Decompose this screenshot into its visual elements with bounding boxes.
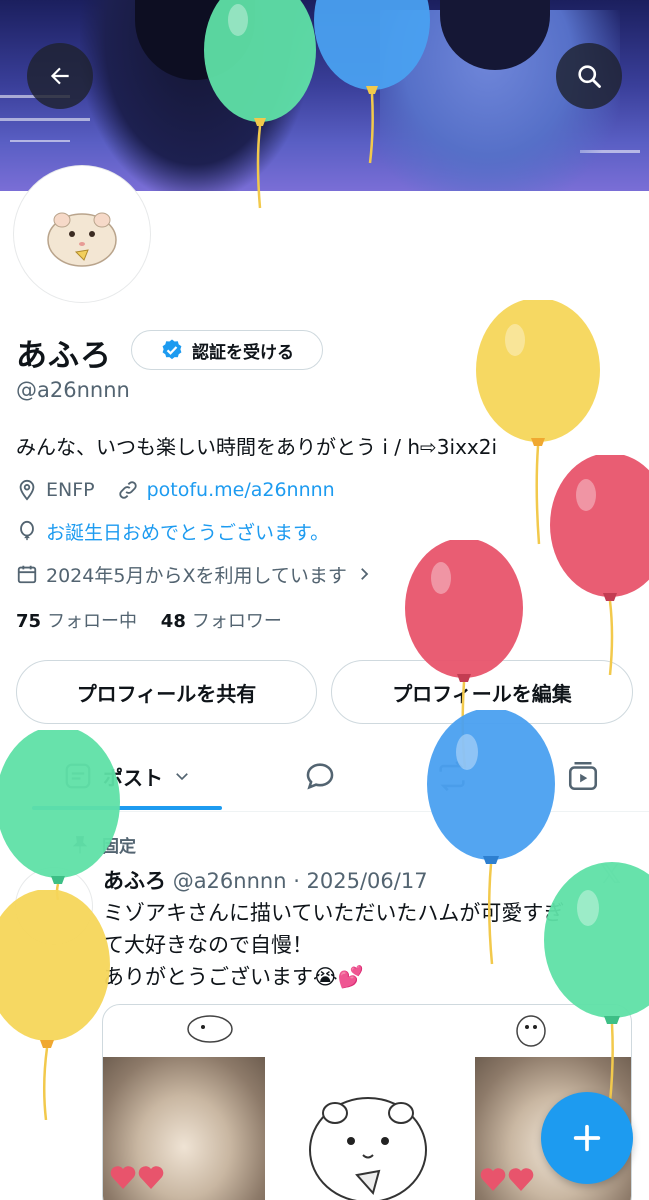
search-icon	[578, 65, 601, 88]
balloon-yellow-icon	[0, 890, 110, 1120]
balloon-green-icon	[204, 0, 316, 209]
profile-avatar[interactable]	[14, 166, 150, 302]
share-profile-label: プロフィールを共有	[76, 681, 257, 706]
following-count: 75	[16, 611, 42, 632]
balloon-blue-icon	[427, 710, 555, 965]
balloon-red-icon	[550, 455, 649, 675]
joined-row[interactable]: 2024年5月からXを利用しています	[16, 560, 373, 588]
following-label: フォロー中	[47, 611, 138, 632]
profile-handle: @a26nnnn	[16, 378, 130, 402]
back-button[interactable]	[27, 43, 93, 109]
chevron-down-icon	[176, 773, 188, 781]
get-verified-button[interactable]: 認証を受ける	[131, 330, 323, 370]
location-icon	[19, 479, 35, 501]
follow-counts: 75 フォロー中 48 フォロワー	[16, 607, 282, 633]
heart-icon	[480, 1168, 534, 1191]
get-verified-label: 認証を受ける	[192, 342, 294, 363]
balloon-icon	[20, 520, 34, 541]
birthday-row: お誕生日おめでとうございます。	[16, 517, 329, 545]
joined-text: 2024年5月からXを利用しています	[46, 564, 347, 587]
profile-meta-row: ENFP potofu.me/a26nnnn	[16, 476, 335, 504]
followers-count: 48	[160, 611, 186, 632]
video-icon	[568, 761, 598, 791]
balloon-green-icon	[0, 730, 120, 900]
verified-badge-icon	[162, 339, 182, 360]
share-profile-button[interactable]: プロフィールを共有	[16, 660, 317, 724]
hamster-avatar-icon	[47, 212, 117, 267]
profile-bio: みんな、いつも楽しい時間をありがとう i / h⇨3ixx2i	[16, 435, 498, 459]
balloon-green-icon	[544, 862, 649, 1102]
calendar-icon	[17, 565, 37, 584]
profile-link[interactable]: potofu.me/a26nnnn	[147, 479, 335, 501]
followers-link[interactable]: 48 フォロワー	[161, 611, 282, 632]
arrow-left-icon	[50, 67, 69, 85]
followers-label: フォロワー	[191, 611, 282, 632]
plus-icon	[573, 1124, 601, 1152]
tab-replies[interactable]	[290, 740, 350, 812]
location-text: ENFP	[46, 479, 95, 501]
reply-icon	[306, 763, 334, 790]
birthday-text: お誕生日おめでとうございます。	[46, 521, 330, 544]
hamster-illustration-icon	[309, 1097, 427, 1200]
heart-icon	[110, 1166, 164, 1189]
chevron-right-icon	[361, 568, 369, 580]
search-button[interactable]	[556, 43, 622, 109]
post-text-line-3: ありがとうございます😭💕	[103, 965, 364, 989]
display-name: あふろ	[16, 338, 112, 374]
tab-videos[interactable]	[553, 740, 613, 812]
compose-post-button[interactable]	[541, 1092, 633, 1184]
small-hamster-icon	[187, 1015, 233, 1043]
following-link[interactable]: 75 フォロー中	[16, 611, 137, 632]
post-header: あふろ @a26nnnn · 2025/06/17	[103, 865, 428, 895]
link-icon	[118, 481, 137, 499]
post-author-meta: @a26nnnn · 2025/06/17	[172, 869, 428, 893]
balloon-blue-icon	[314, 0, 430, 164]
